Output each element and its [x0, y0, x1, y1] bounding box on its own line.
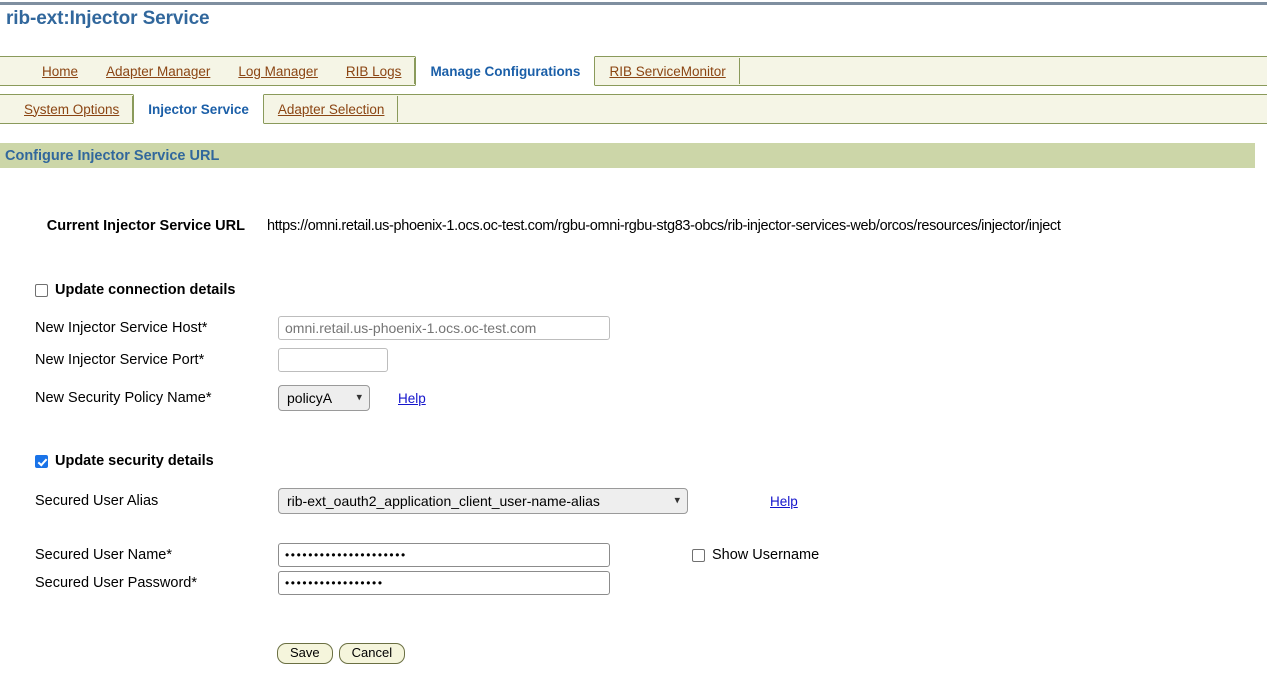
tab-system-options-label: System Options: [24, 102, 119, 117]
tab-adapter-manager-label: Adapter Manager: [106, 64, 210, 79]
tab-system-options[interactable]: System Options: [10, 95, 133, 123]
tab-adapter-manager[interactable]: Adapter Manager: [92, 57, 224, 85]
update-connection-details-row[interactable]: Update connection details: [35, 282, 235, 298]
tab-manage-configurations-label: Manage Configurations: [430, 64, 580, 79]
new-security-policy-select-wrap[interactable]: policyA ▾: [278, 385, 370, 411]
tab-adapter-selection[interactable]: Adapter Selection: [264, 95, 399, 123]
current-url-row: Current Injector Service URL https://omn…: [0, 218, 1061, 234]
new-injector-host-input[interactable]: [278, 316, 610, 340]
new-injector-host-row: New Injector Service Host*: [35, 316, 610, 340]
update-security-details-checkbox[interactable]: [35, 455, 48, 468]
cancel-button[interactable]: Cancel: [339, 643, 405, 664]
form-action-bar: Save Cancel: [277, 643, 405, 664]
secured-user-password-row: Secured User Password* •••••••••••••••••: [35, 571, 610, 595]
new-security-policy-select[interactable]: policyA: [278, 385, 370, 411]
secured-user-password-input[interactable]: •••••••••••••••••: [278, 571, 610, 595]
show-username-checkbox[interactable]: [692, 549, 705, 562]
current-url-label: Current Injector Service URL: [0, 218, 245, 234]
secured-user-name-label: Secured User Name*: [35, 547, 278, 563]
tab-adapter-selection-label: Adapter Selection: [278, 102, 385, 117]
secured-user-alias-select[interactable]: rib-ext_oauth2_application_client_user-n…: [278, 488, 688, 514]
tab-rib-servicemonitor-label: RIB ServiceMonitor: [609, 64, 725, 79]
top-rule: [0, 2, 1267, 5]
secured-user-alias-help-link[interactable]: Help: [770, 494, 798, 509]
section-header: Configure Injector Service URL: [0, 143, 1255, 168]
tab-injector-service[interactable]: Injector Service: [133, 94, 264, 124]
secured-user-password-label: Secured User Password*: [35, 575, 278, 591]
update-security-details-row[interactable]: Update security details: [35, 453, 214, 469]
new-injector-port-row: New Injector Service Port*: [35, 348, 388, 372]
new-injector-port-label: New Injector Service Port*: [35, 352, 278, 368]
primary-tab-strip: Home Adapter Manager Log Manager RIB Log…: [0, 56, 1267, 86]
tab-home[interactable]: Home: [28, 57, 92, 85]
update-connection-details-checkbox[interactable]: [35, 284, 48, 297]
new-injector-host-label: New Injector Service Host*: [35, 320, 278, 336]
page-title: rib-ext:Injector Service: [6, 8, 210, 30]
tab-home-label: Home: [42, 64, 78, 79]
secured-user-alias-row: Secured User Alias rib-ext_oauth2_applic…: [35, 488, 798, 514]
current-url-value: https://omni.retail.us-phoenix-1.ocs.oc-…: [267, 218, 1061, 234]
secondary-tab-strip-left-pad: [0, 95, 10, 123]
tab-rib-logs[interactable]: RIB Logs: [332, 57, 416, 85]
page-root: rib-ext:Injector Service Home Adapter Ma…: [0, 0, 1267, 682]
tab-strip-left-pad: [0, 57, 28, 85]
secured-user-name-row: Secured User Name* •••••••••••••••••••••…: [35, 543, 819, 567]
tab-rib-servicemonitor[interactable]: RIB ServiceMonitor: [595, 57, 739, 85]
update-connection-details-label: Update connection details: [55, 282, 235, 298]
section-header-label: Configure Injector Service URL: [0, 148, 219, 164]
secured-user-alias-label: Secured User Alias: [35, 493, 278, 509]
secured-user-name-input[interactable]: •••••••••••••••••••••: [278, 543, 610, 567]
tab-injector-service-label: Injector Service: [148, 102, 249, 117]
new-security-policy-label: New Security Policy Name*: [35, 390, 278, 406]
new-security-policy-help-link[interactable]: Help: [398, 391, 426, 406]
tab-rib-logs-label: RIB Logs: [346, 64, 402, 79]
save-button[interactable]: Save: [277, 643, 333, 664]
secured-user-alias-select-wrap[interactable]: rib-ext_oauth2_application_client_user-n…: [278, 488, 688, 514]
tab-log-manager-label: Log Manager: [238, 64, 318, 79]
update-security-details-label: Update security details: [55, 453, 214, 469]
new-security-policy-row: New Security Policy Name* policyA ▾ Help: [35, 385, 426, 411]
show-username-label: Show Username: [712, 547, 819, 563]
secondary-tab-strip: System Options Injector Service Adapter …: [0, 94, 1267, 124]
new-injector-port-input[interactable]: [278, 348, 388, 372]
tab-log-manager[interactable]: Log Manager: [224, 57, 332, 85]
tab-manage-configurations[interactable]: Manage Configurations: [415, 56, 595, 86]
